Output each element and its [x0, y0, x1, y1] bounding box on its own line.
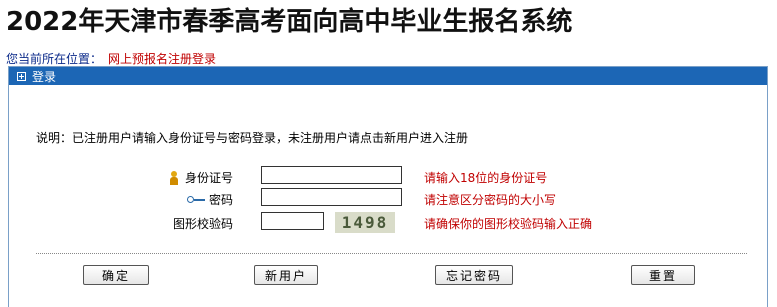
captcha-image[interactable]: 1498 [335, 212, 395, 233]
page-title: 2022年天津市春季高考面向高中毕业生报名系统 [6, 7, 573, 37]
id-number-row: 身份证号 请输入18位的身份证号 [9, 166, 767, 188]
password-input[interactable] [261, 188, 402, 206]
id-number-hint: 请输入18位的身份证号 [424, 171, 548, 185]
captcha-row: 图形校验码 1498 请确保你的图形校验码输入正确 [9, 212, 767, 234]
user-icon [169, 170, 179, 185]
captcha-hint: 请确保你的图形校验码输入正确 [424, 217, 593, 231]
captcha-label-group: 图形校验码 [173, 215, 233, 232]
login-panel: 登录 说明：已注册用户请输入身份证号与密码登录，未注册用户请点击新用户进入注册 … [8, 66, 768, 307]
captcha-input[interactable] [261, 212, 324, 230]
password-row: 密码 请注意区分密码的大小写 [9, 188, 767, 210]
location-label: 您当前所在位置： [6, 52, 103, 66]
panel-header: 登录 [9, 67, 767, 85]
password-label-group: 密码 [186, 191, 233, 208]
key-icon [186, 195, 205, 204]
password-label: 密码 [208, 193, 233, 207]
forgot-password-button[interactable]: 忘记密码 [435, 265, 513, 285]
reset-button[interactable]: 重置 [631, 265, 695, 285]
id-number-label: 身份证号 [184, 171, 233, 185]
breadcrumb: 您当前所在位置： 网上预报名注册登录 [6, 50, 216, 67]
location-current-link[interactable]: 网上预报名注册登录 [108, 52, 216, 66]
login-instructions: 说明：已注册用户请输入身份证号与密码登录，未注册用户请点击新用户进入注册 [36, 131, 469, 145]
new-user-button[interactable]: 新用户 [254, 265, 318, 285]
confirm-button[interactable]: 确定 [83, 265, 149, 285]
panel-header-title: 登录 [32, 69, 57, 84]
password-hint: 请注意区分密码的大小写 [424, 193, 557, 207]
id-number-label-group: 身份证号 [169, 169, 233, 186]
expand-icon [17, 71, 26, 81]
captcha-label: 图形校验码 [172, 217, 233, 231]
id-number-input[interactable] [261, 166, 402, 184]
divider [36, 253, 747, 254]
